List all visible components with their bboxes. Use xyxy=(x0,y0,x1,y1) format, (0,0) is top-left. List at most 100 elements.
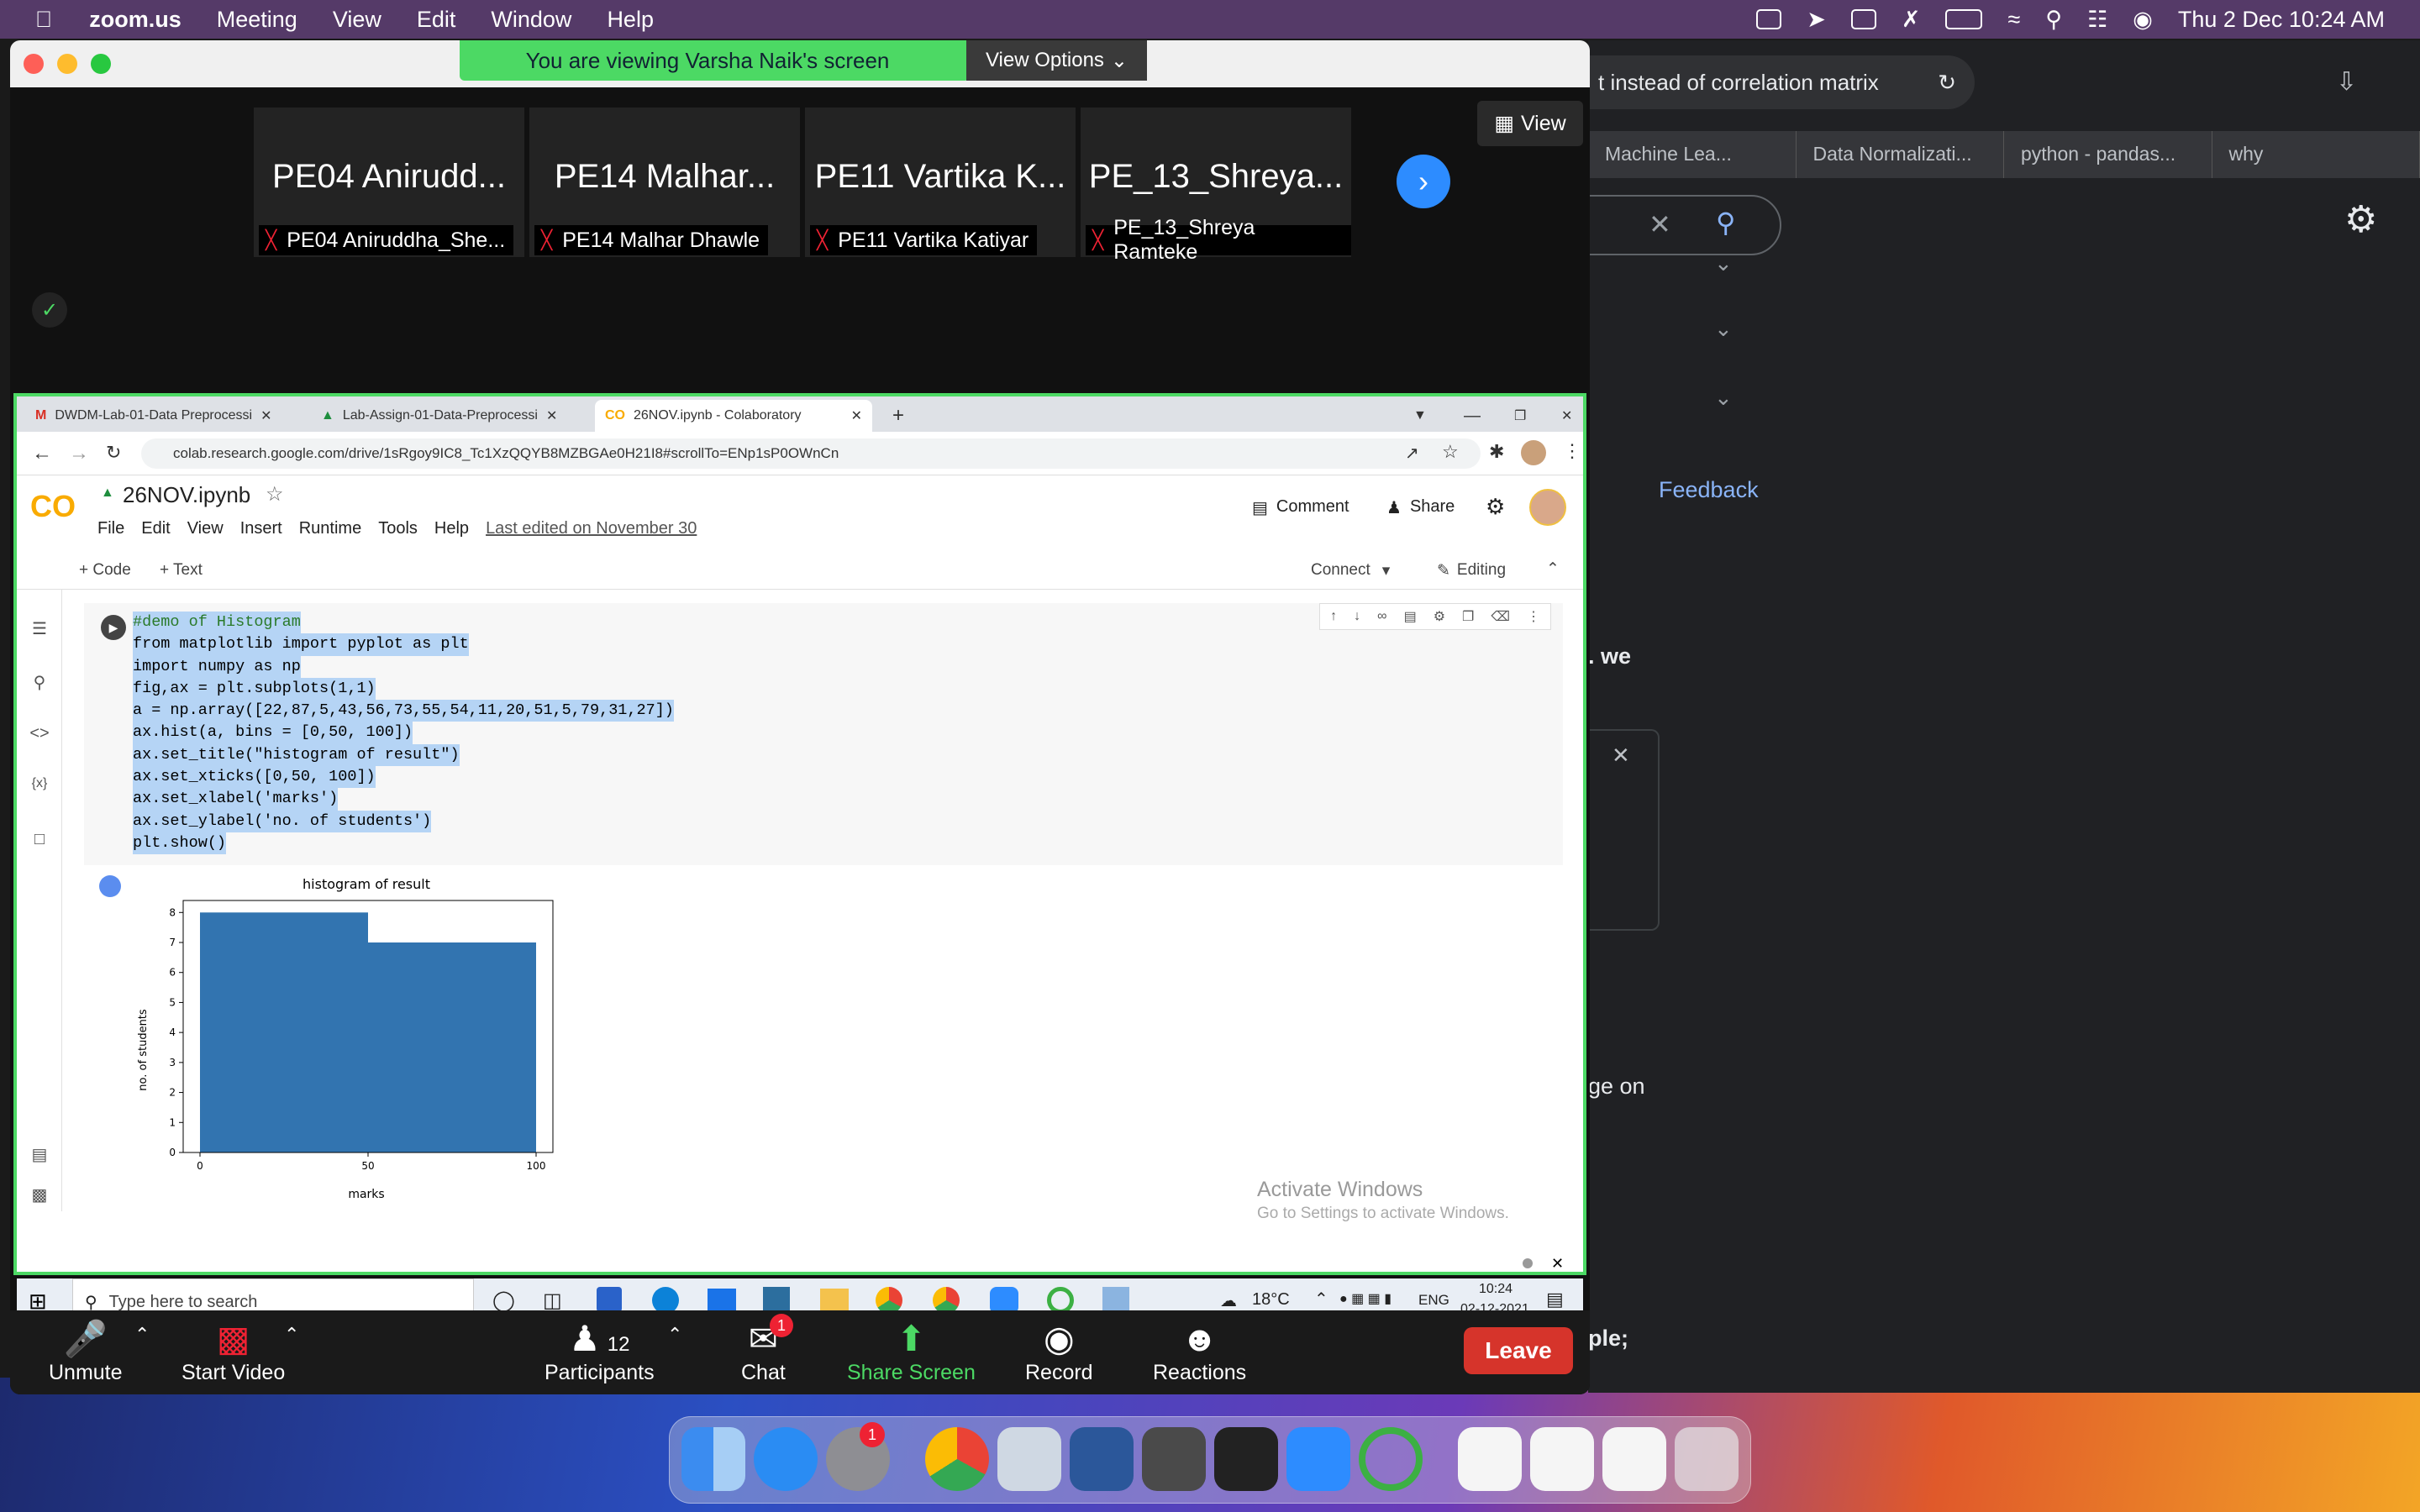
background-tab[interactable]: why xyxy=(2212,131,2420,178)
menubar-datetime[interactable]: Thu 2 Dec 10:24 AM xyxy=(2178,7,2385,33)
close-icon[interactable]: ✕ xyxy=(546,407,557,424)
maximize-window-button[interactable] xyxy=(91,54,111,74)
view-options-button[interactable]: View Options ⌄ xyxy=(966,40,1147,81)
trash-icon[interactable] xyxy=(1675,1427,1739,1491)
notifications-icon[interactable]: ▤ xyxy=(1546,1289,1564,1310)
tab-search-icon[interactable]: ▼ xyxy=(1403,400,1437,432)
participant-tile[interactable]: PE14 Malhar... ╳ PE14 Malhar Dhawle xyxy=(529,108,800,257)
zoom-status-icon[interactable] xyxy=(1756,9,1782,29)
app-icon[interactable] xyxy=(1359,1427,1423,1491)
settings-gear-icon[interactable]: ⚙ xyxy=(1434,608,1445,625)
background-tab[interactable]: python - pandas... xyxy=(2004,131,2212,178)
control-center-icon[interactable]: ☷ xyxy=(2087,7,2107,33)
chrome-tab-active[interactable]: CO 26NOV.ipynb - Colaboratory ✕ xyxy=(595,400,872,432)
minimize-icon[interactable]: — xyxy=(1454,400,1491,432)
output-avatar-icon[interactable] xyxy=(99,875,121,897)
document-thumbnail-icon[interactable] xyxy=(1602,1427,1666,1491)
store-icon[interactable] xyxy=(597,1287,622,1312)
menubar-app-name[interactable]: zoom.us xyxy=(89,7,182,33)
notebook-filename[interactable]: 26NOV.ipynb xyxy=(123,482,250,508)
code-editor[interactable]: #demo of Histogram from matplotlib impor… xyxy=(133,612,674,855)
taskbar-lang[interactable]: ENG xyxy=(1418,1292,1449,1309)
menu-runtime[interactable]: Runtime xyxy=(299,519,361,538)
unmute-button[interactable]: 🎤 Unmute xyxy=(49,1317,123,1385)
search-icon[interactable]: ⚲ xyxy=(29,672,50,694)
reactions-button[interactable]: ☻ Reactions xyxy=(1153,1317,1246,1385)
wifi-icon[interactable]: ≈ xyxy=(2007,7,2020,33)
background-tab[interactable]: Machine Lea... xyxy=(1588,131,1797,178)
reload-icon[interactable]: ↻ xyxy=(1938,70,1956,96)
download-icon[interactable]: ⇩ xyxy=(2336,67,2357,97)
cortana-icon[interactable]: ◯ xyxy=(492,1289,515,1313)
safari-icon[interactable] xyxy=(754,1427,818,1491)
bookmark-star-icon[interactable]: ☆ xyxy=(1442,441,1459,463)
chrome-tab[interactable]: ▲ Lab-Assign-01-Data-Preprocessi ✕ xyxy=(311,400,588,432)
terminal-icon[interactable] xyxy=(1214,1427,1278,1491)
background-search-box[interactable]: ✕ ⚲ xyxy=(1588,195,1781,255)
more-icon[interactable]: ⋮ xyxy=(1527,608,1540,625)
menu-meeting[interactable]: Meeting xyxy=(217,7,297,33)
user-avatar[interactable] xyxy=(1529,489,1566,526)
apple-icon[interactable]:  xyxy=(35,7,52,33)
menu-file[interactable]: File xyxy=(97,519,124,538)
menu-window[interactable]: Window xyxy=(491,7,571,33)
taskbar-time[interactable]: 10:24 xyxy=(1479,1282,1512,1297)
close-icon[interactable]: ✕ xyxy=(1612,743,1630,769)
collapse-icon[interactable]: ⌃ xyxy=(1546,559,1560,579)
url-bar[interactable]: colab.research.google.com/drive/1sRgoy9I… xyxy=(141,438,1481,469)
toc-icon[interactable]: ☰ xyxy=(29,618,50,640)
code-cell[interactable]: ▶ ↑ ↓ ∞ ▤ ⚙ ❐ ⌫ ⋮ #demo of Histogram fro… xyxy=(84,603,1563,865)
file-explorer-icon[interactable] xyxy=(820,1289,849,1312)
menu-view[interactable]: View xyxy=(187,519,224,538)
weather-icon[interactable]: ☁ xyxy=(1220,1290,1237,1311)
participant-tile[interactable]: PE11 Vartika K... ╳ PE11 Vartika Katiyar xyxy=(805,108,1076,257)
taskbar-temp[interactable]: 18°C xyxy=(1252,1290,1290,1310)
chevron-down-icon[interactable]: ⌄ xyxy=(1714,250,1733,276)
chevron-down-icon[interactable]: ⌄ xyxy=(1714,385,1733,411)
search-icon[interactable]: ⚲ xyxy=(1716,207,1735,239)
document-thumbnail-icon[interactable] xyxy=(1458,1427,1522,1491)
chrome-tab[interactable]: M DWDM-Lab-01-Data Preprocessi ✕ xyxy=(25,400,302,432)
close-icon[interactable]: ✕ xyxy=(260,407,271,424)
chrome-icon[interactable] xyxy=(925,1427,989,1491)
forward-icon[interactable]: → xyxy=(69,442,89,465)
minimize-window-button[interactable] xyxy=(57,54,77,74)
close-icon[interactable]: ✕ xyxy=(1551,400,1582,432)
finder-icon[interactable] xyxy=(681,1427,745,1491)
tray-icons[interactable]: ● ▦ ▦ ▮ xyxy=(1339,1290,1392,1307)
chevron-up-icon[interactable]: ⌃ xyxy=(134,1324,150,1346)
word-icon[interactable] xyxy=(1070,1427,1134,1491)
mail-icon[interactable] xyxy=(708,1289,736,1312)
comment-icon[interactable]: ▤ xyxy=(1404,608,1417,625)
feedback-link[interactable]: Feedback xyxy=(1659,477,1759,503)
chevron-down-icon[interactable]: ⌄ xyxy=(1714,316,1733,342)
variables-icon[interactable]: {x} xyxy=(29,776,50,798)
share-screen-button[interactable]: ⬆ Share Screen xyxy=(847,1317,976,1385)
menu-view[interactable]: View xyxy=(333,7,381,33)
menu-edit[interactable]: Edit xyxy=(141,519,170,538)
colab-logo[interactable]: CO xyxy=(30,489,76,524)
reload-icon[interactable]: ↻ xyxy=(106,442,121,464)
menu-insert[interactable]: Insert xyxy=(240,519,282,538)
command-palette-icon[interactable]: ▤ xyxy=(29,1144,50,1166)
star-icon[interactable]: ☆ xyxy=(266,482,284,507)
add-text-button[interactable]: + Text xyxy=(160,561,203,580)
menu-tools[interactable]: Tools xyxy=(378,519,418,538)
participant-tile[interactable]: PE_13_Shreya... ╳ PE_13_Shreya Ramteke xyxy=(1081,108,1351,264)
bluetooth-icon[interactable]: ✗ xyxy=(1902,7,1921,33)
back-icon[interactable]: ← xyxy=(32,442,52,465)
battery-icon[interactable] xyxy=(1945,9,1983,29)
leave-button[interactable]: Leave xyxy=(1464,1327,1573,1374)
close-icon[interactable]: ✕ xyxy=(1551,1255,1564,1273)
participant-tile[interactable]: PE04 Anirudd... ╳ PE04 Aniruddha_She... xyxy=(254,108,524,257)
start-video-button[interactable]: ▩ Start Video xyxy=(182,1317,285,1385)
participants-button[interactable]: ♟ 12 Participants xyxy=(544,1317,655,1385)
last-edited-link[interactable]: Last edited on November 30 xyxy=(486,519,697,538)
files-icon[interactable]: □ xyxy=(29,830,50,852)
move-up-icon[interactable]: ↑ xyxy=(1330,609,1337,624)
settings-gear-icon[interactable]: ⚙ xyxy=(1486,494,1505,520)
restore-icon[interactable]: ❐ xyxy=(1504,400,1536,432)
share-page-icon[interactable]: ↗ xyxy=(1405,443,1419,464)
task-view-icon[interactable]: ◫ xyxy=(543,1289,562,1313)
code-snippets-icon[interactable]: <> xyxy=(29,724,50,746)
